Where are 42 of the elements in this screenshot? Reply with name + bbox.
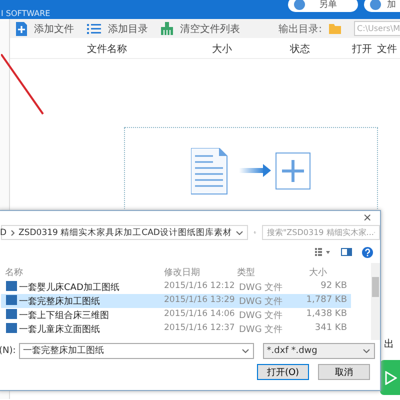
output-label: 输出目录: xyxy=(278,22,322,36)
cad-file-icon xyxy=(6,323,17,333)
play-icon xyxy=(385,370,397,384)
close-button[interactable]: × xyxy=(362,211,372,224)
file-type-dropdown[interactable]: *.dxf *.dwg xyxy=(262,342,375,358)
file-row[interactable]: 一套完整床加工图纸 2015/1/16 13:29 DWG 文件 1,787 KB xyxy=(1,294,351,308)
toolbar-button[interactable]: 添加文件 xyxy=(16,22,74,36)
cad-file-icon xyxy=(6,281,17,291)
toolbar-button[interactable]: 清空文件列表 xyxy=(161,22,240,36)
scrollbar[interactable] xyxy=(371,263,380,340)
help-icon[interactable] xyxy=(362,246,373,258)
filename-field[interactable]: 一套完整床加工图纸 xyxy=(18,342,254,358)
file-row[interactable]: 一套上下组合床三维图 2015/1/16 14:06 DWG 文件 1,438 KB xyxy=(1,308,351,322)
side-label: 出 xyxy=(384,338,394,351)
file-row[interactable]: 一套婴儿床CAD加工图纸 2015/1/16 12:12 DWG 文件 92 KB xyxy=(1,280,351,294)
cad-file-icon xyxy=(6,309,17,319)
column-header: 打开 xyxy=(352,42,372,56)
cad-file-icon xyxy=(6,295,17,305)
column-header: 状态 xyxy=(290,42,310,56)
column-header[interactable]: 修改日期 xyxy=(164,266,200,279)
column-header: 文件名称 xyxy=(87,42,127,56)
file-row[interactable]: 一套儿童床立面图纸 2015/1/16 12:37 DWG 文件 341 KB xyxy=(1,322,351,336)
cancel-button[interactable]: 取消 xyxy=(318,364,370,380)
broom-icon xyxy=(161,22,173,35)
open-button[interactable]: 打开(O) xyxy=(257,364,309,380)
address-bar[interactable]: D ZSD0319 精细实木家具床加工CAD设计图纸图库素材 xyxy=(1,225,248,240)
dropdown-icon[interactable] xyxy=(236,230,243,234)
add-file-icon xyxy=(16,22,27,36)
dropdown-icon xyxy=(362,348,370,352)
column-header[interactable]: 类型 xyxy=(237,266,255,279)
dropdown-icon[interactable] xyxy=(242,348,249,352)
preview-pane-icon[interactable] xyxy=(341,248,352,256)
list-icon xyxy=(87,22,101,34)
brand-text: I SOFTWARE xyxy=(1,9,50,18)
view-options-icon[interactable] xyxy=(315,248,331,256)
toolbar-button[interactable]: 添加目录 xyxy=(87,22,148,36)
column-header[interactable]: 名称 xyxy=(5,266,23,279)
chevron-right-icon xyxy=(10,230,15,236)
column-header: 大小 xyxy=(212,42,232,56)
column-header: 文件 xyxy=(377,42,397,56)
column-header[interactable]: 大小 xyxy=(309,266,327,279)
filename-label: (N): xyxy=(0,346,16,356)
